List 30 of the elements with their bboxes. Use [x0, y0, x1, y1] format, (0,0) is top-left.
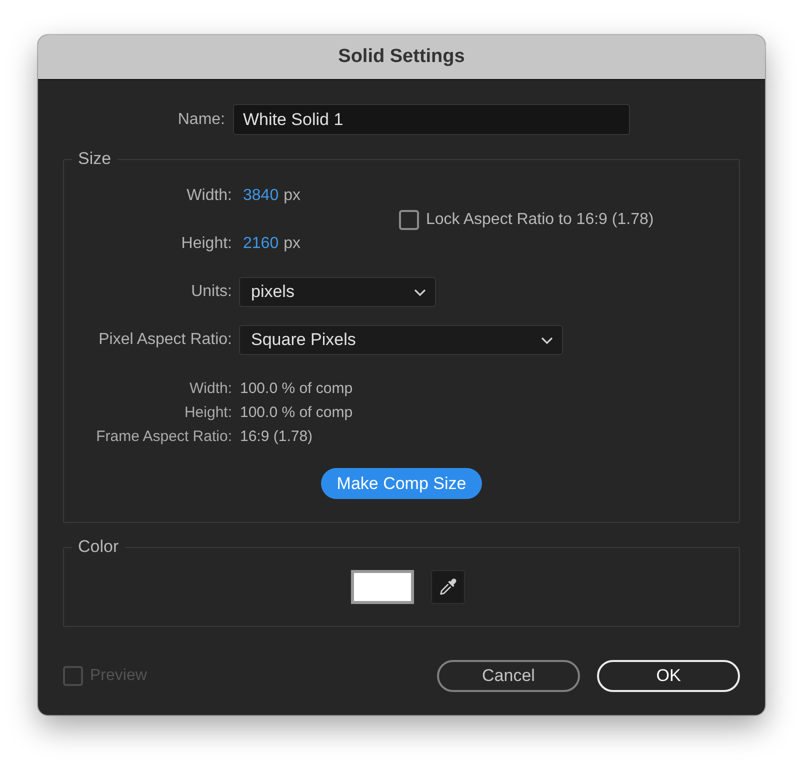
dimension-value[interactable]: 2160	[243, 235, 279, 253]
chevron-down-icon	[414, 288, 426, 296]
info-label: Width:	[188, 380, 232, 396]
dropdown-label: Pixel Aspect Ratio:	[98, 331, 232, 349]
dropdown[interactable]: Square Pixels	[239, 325, 563, 355]
dialog-button[interactable]: Cancel	[437, 660, 580, 692]
info-value: 16:9 (1.78)	[240, 428, 313, 444]
window-title: Solid Settings	[338, 46, 465, 68]
eyedropper-icon	[438, 577, 458, 597]
lock-aspect-checkbox[interactable]	[399, 210, 419, 230]
dropdown[interactable]: pixels	[239, 277, 436, 307]
dimension-label: Height:	[180, 235, 232, 253]
size-legend: Size	[72, 149, 118, 169]
chevron-down-icon	[541, 336, 553, 344]
color-swatch[interactable]	[351, 570, 414, 604]
eyedropper-button[interactable]	[431, 570, 465, 604]
unit-label: px	[284, 187, 300, 205]
info-label: Frame Aspect Ratio:	[95, 428, 232, 444]
lock-aspect-label: Lock Aspect Ratio to 16:9 (1.78)	[426, 211, 654, 229]
dropdown-label: Units:	[190, 283, 232, 301]
info-value: 100.0 % of comp	[240, 404, 353, 420]
info-label: Height:	[183, 404, 232, 420]
name-input-field[interactable]: White Solid 1	[233, 104, 630, 135]
dimension-label: Width:	[186, 187, 232, 205]
color-legend: Color	[72, 537, 125, 557]
name-label: Name:	[176, 110, 225, 128]
unit-label: px	[284, 235, 300, 253]
dimension-value[interactable]: 3840	[243, 187, 279, 205]
dialog-button[interactable]: OK	[597, 660, 740, 692]
info-value: 100.0 % of comp	[240, 380, 353, 396]
